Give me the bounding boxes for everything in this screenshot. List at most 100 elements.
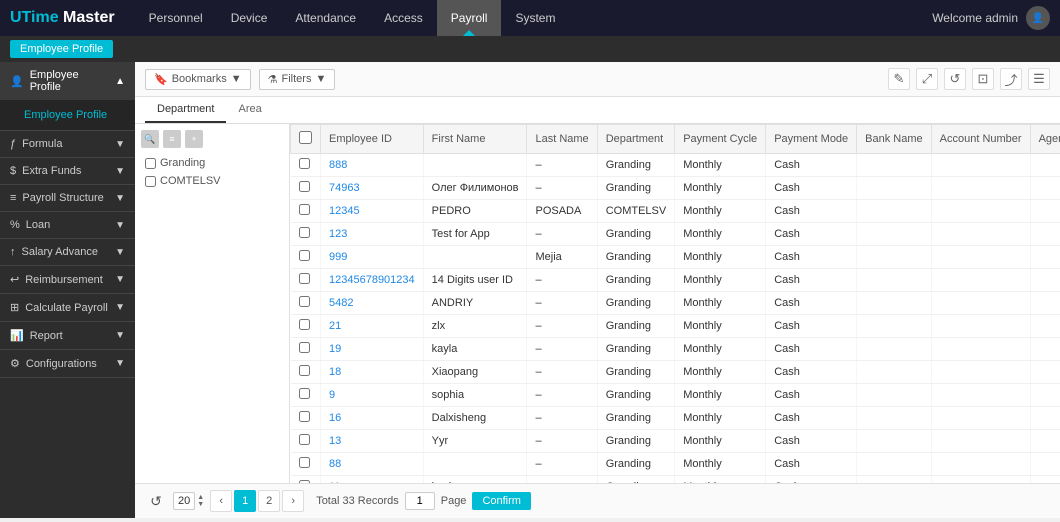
cell-first-name-5: 14 Digits user ID — [423, 269, 527, 292]
nav-system[interactable]: System — [501, 0, 569, 36]
share-toolbar-icon[interactable]: ⤴ — [1000, 68, 1022, 90]
prev-page-button[interactable]: ‹ — [210, 490, 232, 512]
sidebar-item-reimbursement[interactable]: ↩ Reimbursement ▼ — [0, 266, 135, 293]
cell-employee-id-7[interactable]: 21 — [321, 315, 424, 338]
dept-granding-checkbox[interactable] — [145, 158, 156, 169]
page-size-down-arrow[interactable]: ▼ — [197, 501, 204, 508]
row-checkbox-8[interactable] — [299, 342, 310, 353]
cell-last-name-7: – — [527, 315, 597, 338]
nav-access[interactable]: Access — [370, 0, 437, 36]
row-checkbox-7[interactable] — [299, 319, 310, 330]
search-icon[interactable]: 🔍 — [141, 130, 159, 148]
cell-payment-mode-5: Cash — [766, 269, 857, 292]
page-1-button[interactable]: 1 — [234, 490, 256, 512]
cell-last-name-14: – — [527, 476, 597, 484]
dept-granding-item[interactable]: Granding — [141, 154, 283, 172]
nav-device[interactable]: Device — [217, 0, 282, 36]
dept-comtelsv-checkbox[interactable] — [145, 176, 156, 187]
row-checkbox-3[interactable] — [299, 227, 310, 238]
list-icon[interactable]: ≡ — [163, 130, 181, 148]
confirm-page-button[interactable]: Confirm — [472, 492, 531, 510]
sidebar-item-extra-funds[interactable]: $ Extra Funds ▼ — [0, 158, 135, 184]
cell-department-2: COMTELSV — [597, 200, 675, 223]
expand-toolbar-icon[interactable]: ⤢ — [916, 68, 938, 90]
row-checkbox-1[interactable] — [299, 181, 310, 192]
sub-nav-employee-profile[interactable]: Employee Profile — [10, 40, 113, 58]
cell-employee-id-8[interactable]: 19 — [321, 338, 424, 361]
cell-agent-id-6 — [1030, 292, 1060, 315]
sidebar-item-calculate-payroll[interactable]: ⊞ Calculate Payroll ▼ — [0, 294, 135, 321]
cell-employee-id-1[interactable]: 74963 — [321, 177, 424, 200]
table-row: 21 zlx – Granding Monthly Cash ✔ — [291, 315, 1060, 338]
settings-toolbar-icon[interactable]: ☰ — [1028, 68, 1050, 90]
sidebar-sub-employee: Employee Profile — [0, 100, 135, 130]
sidebar-item-report[interactable]: 📊 Report ▼ — [0, 322, 135, 349]
split-toolbar-icon[interactable]: ⊡ — [972, 68, 994, 90]
sidebar-item-configurations[interactable]: ⚙ Configurations ▼ — [0, 350, 135, 377]
edit-toolbar-icon[interactable]: ✎ — [888, 68, 910, 90]
sidebar-item-salary-advance[interactable]: ↑ Salary Advance ▼ — [0, 239, 135, 265]
row-checkbox-2[interactable] — [299, 204, 310, 215]
cell-employee-id-5[interactable]: 12345678901234 — [321, 269, 424, 292]
cell-first-name-12: Yyr — [423, 430, 527, 453]
sidebar-item-payroll-structure[interactable]: ≡ Payroll Structure ▼ — [0, 185, 135, 211]
page-size-up-arrow[interactable]: ▲ — [197, 494, 204, 501]
chevron-icon-payroll-structure: ▼ — [115, 193, 125, 204]
dept-comtelsv-label: COMTELSV — [160, 175, 221, 187]
cell-employee-id-14[interactable]: 11 — [321, 476, 424, 484]
cell-employee-id-12[interactable]: 13 — [321, 430, 424, 453]
sidebar-item-payroll-structure-label: Payroll Structure — [22, 192, 103, 204]
th-employee-id: Employee ID — [321, 125, 424, 154]
row-checkbox-13[interactable] — [299, 457, 310, 468]
sidebar-item-formula[interactable]: ƒ Formula ▼ — [0, 131, 135, 157]
next-page-button[interactable]: › — [282, 490, 304, 512]
sidebar-item-loan[interactable]: % Loan ▼ — [0, 212, 135, 238]
filters-button[interactable]: ⚗ Filters ▼ — [259, 69, 336, 90]
row-checkbox-5[interactable] — [299, 273, 310, 284]
row-checkbox-0[interactable] — [299, 158, 310, 169]
cell-last-name-9: – — [527, 361, 597, 384]
dept-comtelsv-item[interactable]: COMTELSV — [141, 172, 283, 190]
cell-employee-id-6[interactable]: 5482 — [321, 292, 424, 315]
sidebar-item-employee-profile[interactable]: 👤 Employee Profile ▲ — [0, 62, 135, 100]
row-checkbox-9[interactable] — [299, 365, 310, 376]
row-checkbox-11[interactable] — [299, 411, 310, 422]
nav-personnel[interactable]: Personnel — [135, 0, 217, 36]
cell-account-number-2 — [931, 200, 1030, 223]
cell-employee-id-11[interactable]: 16 — [321, 407, 424, 430]
nav-attendance[interactable]: Attendance — [281, 0, 370, 36]
row-checkbox-6[interactable] — [299, 296, 310, 307]
sidebar-section-loan: % Loan ▼ — [0, 212, 135, 239]
pagination-refresh-button[interactable]: ↺ — [145, 490, 167, 512]
cell-payment-mode-13: Cash — [766, 453, 857, 476]
page-2-button[interactable]: 2 — [258, 490, 280, 512]
user-avatar[interactable]: 👤 — [1026, 6, 1050, 30]
cell-employee-id-0[interactable]: 888 — [321, 154, 424, 177]
tab-area[interactable]: Area — [226, 97, 273, 123]
refresh-toolbar-icon[interactable]: ↺ — [944, 68, 966, 90]
select-all-checkbox[interactable] — [299, 131, 312, 144]
pagination: ↺ 20 ▲ ▼ ‹ 1 2 › Total 33 Records Page C… — [135, 483, 1060, 518]
cell-employee-id-13[interactable]: 88 — [321, 453, 424, 476]
tab-department[interactable]: Department — [145, 97, 226, 123]
sidebar-sub-item-employee-profile[interactable]: Employee Profile — [0, 104, 135, 126]
add-dept-icon[interactable]: + — [185, 130, 203, 148]
cell-bank-name-2 — [857, 200, 931, 223]
row-checkbox-cell-7 — [291, 315, 321, 338]
row-checkbox-12[interactable] — [299, 434, 310, 445]
cell-employee-id-10[interactable]: 9 — [321, 384, 424, 407]
bookmarks-button[interactable]: 🔖 Bookmarks ▼ — [145, 69, 251, 90]
page-size-arrows[interactable]: ▲ ▼ — [197, 494, 204, 508]
cell-employee-id-2[interactable]: 12345 — [321, 200, 424, 223]
nav-payroll[interactable]: Payroll — [437, 0, 502, 36]
cell-employee-id-4[interactable]: 999 — [321, 246, 424, 269]
row-checkbox-4[interactable] — [299, 250, 310, 261]
cell-agent-id-7 — [1030, 315, 1060, 338]
cell-first-name-2: PEDRO — [423, 200, 527, 223]
page-number-input[interactable] — [405, 492, 435, 510]
row-checkbox-10[interactable] — [299, 388, 310, 399]
cell-department-7: Granding — [597, 315, 675, 338]
cell-employee-id-3[interactable]: 123 — [321, 223, 424, 246]
cell-payment-mode-1: Cash — [766, 177, 857, 200]
cell-employee-id-9[interactable]: 18 — [321, 361, 424, 384]
